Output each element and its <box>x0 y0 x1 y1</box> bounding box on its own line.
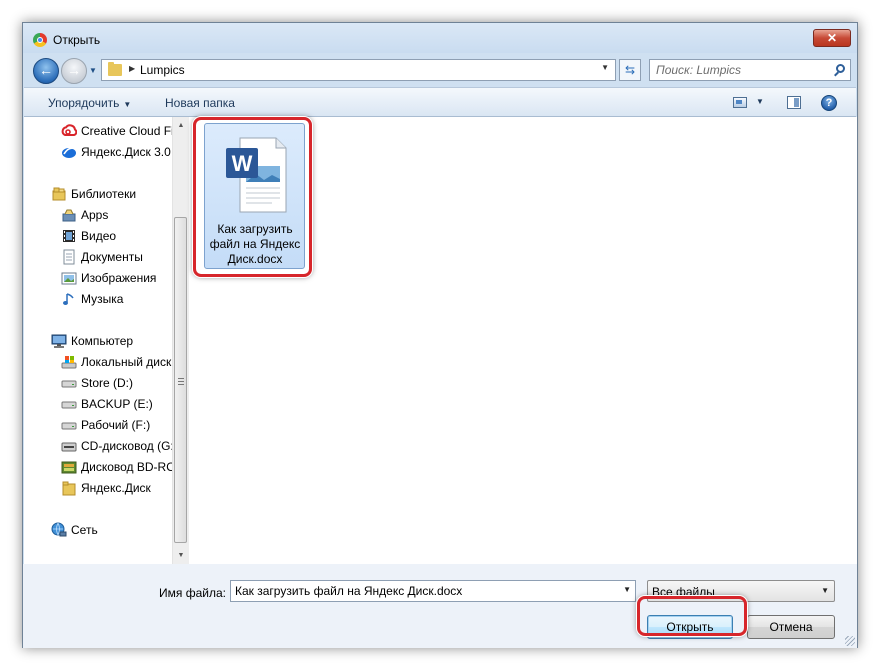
file-highlight-annotation <box>193 117 312 277</box>
chevron-down-icon: ▼ <box>123 100 132 109</box>
back-button[interactable]: ← <box>33 58 59 84</box>
nav-item-apps[interactable]: Apps <box>24 205 172 225</box>
help-icon[interactable]: ? <box>821 95 837 111</box>
nav-item-label: Яндекс.Диск 3.0 <box>81 145 171 159</box>
chevron-down-icon[interactable]: ▼ <box>601 63 609 72</box>
nav-item-video[interactable]: Видео <box>24 226 172 246</box>
refresh-icon: ⇆ <box>624 63 636 77</box>
nav-item-computer[interactable]: Компьютер <box>24 331 172 351</box>
filename-combobox: ▼ <box>230 580 636 602</box>
nav-item-label: Сеть <box>71 523 98 537</box>
search-input[interactable] <box>656 62 826 78</box>
change-view-icon[interactable] <box>733 97 747 108</box>
nav-item-bd-rom[interactable]: Дисковод BD-ROM <box>24 457 172 477</box>
window-title: Открыть <box>53 33 101 47</box>
chevron-right-icon[interactable]: ▶ <box>129 64 135 73</box>
drive-icon <box>61 422 77 430</box>
nav-item-label: Документы <box>81 250 143 264</box>
new-folder-button[interactable]: Новая папка <box>165 96 235 110</box>
nav-item-label: Компьютер <box>71 334 134 348</box>
nav-item-label: Яндекс.Диск <box>81 481 151 495</box>
history-dropdown-button[interactable]: ▼ <box>89 65 99 77</box>
network-icon <box>51 522 67 537</box>
nav-item-label: Store (D:) <box>81 376 134 390</box>
yandex-disk-icon <box>62 147 76 158</box>
nav-item-backup-e[interactable]: BACKUP (E:) <box>24 394 172 414</box>
chevron-down-icon: ▼ <box>89 66 97 75</box>
nav-item-label: Локальный диск (C:) <box>81 355 172 369</box>
nav-item-label: Рабочий (F:) <box>81 418 151 432</box>
nav-item-cd-drive-g[interactable]: CD-дисковод (G:) <box>24 436 172 456</box>
forward-button[interactable]: → <box>61 58 87 84</box>
images-icon <box>61 272 77 285</box>
breadcrumb-item-lumpics[interactable]: Lumpics <box>140 63 185 77</box>
nav-item-network[interactable]: Сеть <box>24 520 172 540</box>
command-toolbar: Упорядочить ▼ Новая папка ▼ ? <box>24 87 856 117</box>
organize-label: Упорядочить <box>48 96 120 110</box>
creative-cloud-icon <box>61 124 77 136</box>
music-icon <box>63 293 74 305</box>
search-box <box>649 59 851 81</box>
filename-label: Имя файла: <box>159 586 226 600</box>
view-options-chevron-down-icon[interactable]: ▼ <box>756 97 764 106</box>
open-button-highlight-annotation <box>637 596 747 636</box>
bd-drive-icon <box>61 461 77 474</box>
nav-item-yandex-disk[interactable]: Яндекс.Диск <box>24 478 172 498</box>
local-disk-icon <box>61 356 77 369</box>
nav-item-label: Видео <box>81 229 117 243</box>
chevron-down-icon[interactable]: ▼ <box>623 585 631 594</box>
folder-icon <box>62 481 76 496</box>
nav-item-images[interactable]: Изображения <box>24 268 172 288</box>
documents-icon <box>63 249 75 265</box>
nav-item-libraries[interactable]: Библиотеки <box>24 184 172 204</box>
resize-grip-icon[interactable] <box>845 636 855 646</box>
cancel-button[interactable]: Отмена <box>747 615 835 639</box>
video-icon <box>63 230 75 242</box>
nav-item-store-d[interactable]: Store (D:) <box>24 373 172 393</box>
scroll-thumb[interactable] <box>174 217 187 543</box>
breadcrumb[interactable]: ▶ Lumpics ▼ <box>101 59 616 81</box>
nav-item-label: Apps <box>81 208 109 222</box>
open-file-dialog: Открыть ✕ ← → ▼ ▶ Lumpics ▼ ⇆ Упорядочит… <box>22 22 858 648</box>
refresh-button[interactable]: ⇆ <box>619 59 641 81</box>
organize-button[interactable]: Упорядочить ▼ <box>48 96 131 110</box>
folder-icon <box>108 62 122 76</box>
scroll-down-arrow-icon[interactable]: ▼ <box>173 547 189 564</box>
drive-icon <box>61 380 77 388</box>
nav-scrollbar[interactable]: ▲ ▼ <box>172 117 189 564</box>
nav-item-creative-cloud[interactable]: Creative Cloud Files <box>24 121 172 141</box>
title-bar[interactable]: Открыть ✕ <box>23 23 857 53</box>
nav-item-yandex-disk-3[interactable]: Яндекс.Диск 3.0 <box>24 142 172 162</box>
grip-icon <box>178 378 184 385</box>
filename-input[interactable] <box>235 583 615 599</box>
nav-item-music[interactable]: Музыка <box>24 289 172 309</box>
search-icon[interactable] <box>836 64 845 73</box>
chrome-icon <box>33 33 47 47</box>
apps-icon <box>62 209 76 222</box>
nav-item-local-disk-c[interactable]: Локальный диск (C:) <box>24 352 172 372</box>
close-button[interactable]: ✕ <box>813 29 851 47</box>
nav-item-label: Музыка <box>81 292 124 306</box>
scroll-up-arrow-icon[interactable]: ▲ <box>173 117 189 134</box>
chevron-down-icon: ▼ <box>821 586 829 595</box>
nav-item-work-f[interactable]: Рабочий (F:) <box>24 415 172 435</box>
nav-item-label: CD-дисковод (G:) <box>81 439 172 453</box>
nav-item-documents[interactable]: Документы <box>24 247 172 267</box>
computer-icon <box>51 334 67 348</box>
cd-drive-icon <box>61 442 77 452</box>
nav-item-label: Дисковод BD-ROM <box>81 460 172 474</box>
content-area: Creative Cloud Files Яндекс.Диск 3.0 Биб… <box>24 117 857 564</box>
drive-icon <box>61 401 77 409</box>
arrow-right-icon: → <box>67 62 81 78</box>
nav-item-label: BACKUP (E:) <box>81 397 153 411</box>
close-icon: ✕ <box>826 31 838 45</box>
libraries-icon <box>52 187 66 201</box>
address-bar: ← → ▼ ▶ Lumpics ▼ ⇆ <box>23 53 857 87</box>
nav-item-label: Библиотеки <box>71 187 137 201</box>
arrow-left-icon: ← <box>39 62 53 78</box>
nav-item-label: Creative Cloud Files <box>81 124 172 138</box>
navigation-pane: Creative Cloud Files Яндекс.Диск 3.0 Биб… <box>24 117 172 564</box>
preview-pane-icon[interactable] <box>787 96 801 109</box>
nav-item-label: Изображения <box>81 271 157 285</box>
